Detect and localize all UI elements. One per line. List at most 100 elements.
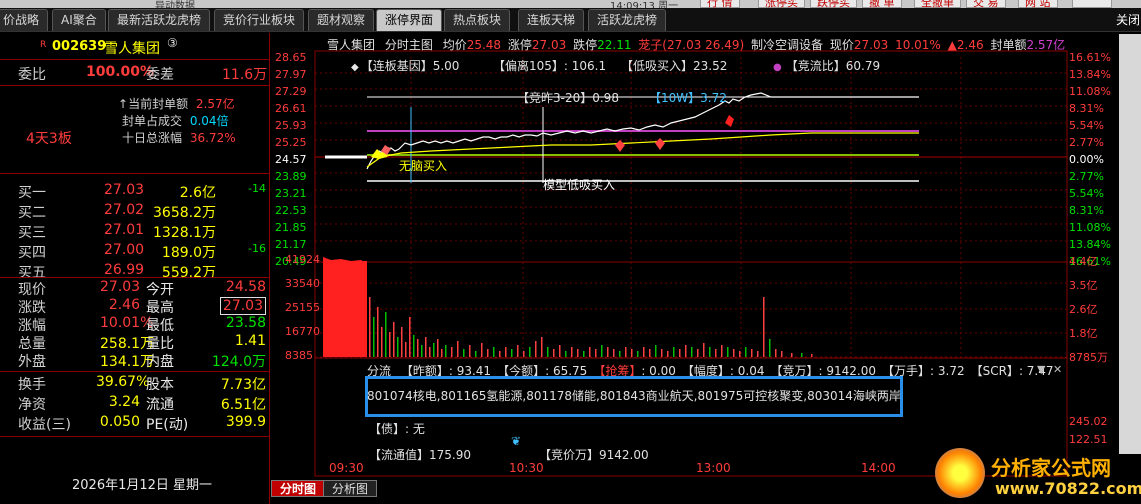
- quote-button[interactable]: 行 情: [700, 0, 740, 8]
- tab-limit-up[interactable]: 涨停界面: [376, 9, 443, 31]
- pct-axis-label: 2.77%: [1069, 136, 1104, 149]
- volume-bar: [393, 322, 395, 357]
- volume-bar: [733, 349, 735, 357]
- trade-button[interactable]: 交 易: [966, 0, 1006, 8]
- tab-active-rankings[interactable]: 活跃龙虎榜: [588, 9, 667, 31]
- fund-label-2: 股本: [146, 377, 174, 393]
- bid-change: -14: [248, 182, 266, 195]
- tab-board-ladder[interactable]: 连板天梯: [518, 9, 585, 31]
- volume-bar: [739, 351, 741, 357]
- tab-theme-watch[interactable]: 题材观察: [308, 9, 375, 31]
- volume-bar: [523, 351, 525, 357]
- quote-label-2: 最高: [146, 300, 174, 316]
- tab-analysis[interactable]: 分析图: [323, 480, 378, 497]
- bid-row[interactable]: 买四 27.00 189.0万 -16: [0, 242, 270, 262]
- bid-row[interactable]: 买二 27.02 3658.2万: [0, 202, 270, 222]
- quote-label-2: 今开: [146, 282, 174, 298]
- quote-row: 涨幅 10.01% 最低 23.58: [0, 315, 270, 335]
- quote-value-1: 258.1万: [100, 336, 155, 352]
- amount-axis-label: 3.5亿: [1069, 279, 1098, 292]
- bid-row[interactable]: 买一 27.03 2.6亿 -14: [0, 182, 270, 202]
- volume-bar: [801, 353, 803, 357]
- tab-auction-industry[interactable]: 竞价行业板块: [214, 9, 305, 31]
- board-count-badge: 4天3板: [26, 131, 72, 147]
- info-item-value: : 3.72: [930, 364, 965, 378]
- bid-price: 27.02: [104, 202, 145, 218]
- tab-strategy[interactable]: 价战略: [0, 9, 49, 31]
- stat-seal-label: ↑当前封单额: [118, 97, 189, 111]
- quote-value-2: 1.41: [234, 333, 266, 349]
- quote-label-1: 涨跌: [18, 300, 46, 316]
- fund-label-1: 净资: [18, 397, 46, 413]
- tab-ai-aggregate[interactable]: AI聚合: [52, 9, 106, 31]
- volume-bar: [437, 339, 439, 357]
- chart-mode[interactable]: 分时主图: [385, 38, 433, 52]
- ind-lianban-label: 【连板基因】: [360, 59, 433, 73]
- quote-value-2: 23.58: [225, 315, 266, 331]
- ind-jingliu-label: 【竞流比】: [785, 59, 846, 73]
- quote-label-1: 现价: [18, 282, 46, 298]
- concept-list: 801074核电,801165氢能源,801178储能,801843商业航天,8…: [367, 389, 901, 403]
- volume-block-opening: [323, 261, 367, 357]
- ind-dixi-value: 23.52: [693, 59, 728, 73]
- volume-bar: [811, 354, 813, 357]
- bid-price: 27.01: [104, 222, 145, 238]
- info-axis-1: 245.02: [1069, 415, 1108, 428]
- tab-intraday[interactable]: 分时图: [271, 480, 326, 497]
- bid-label: 买四: [18, 245, 46, 261]
- price-axis-label: 28.65: [275, 51, 307, 64]
- quote-value-1: 10.01%: [100, 315, 154, 331]
- volume-bar: [565, 351, 567, 357]
- volume-bar: [385, 312, 387, 357]
- bid-row[interactable]: 买三 27.01 1328.1万: [0, 222, 270, 242]
- volume-bar: [649, 349, 651, 357]
- volume-bar: [417, 339, 419, 357]
- volume-bar: [409, 317, 411, 357]
- stat-ten-day-label: 十日总涨幅: [122, 131, 183, 145]
- volume-bar: [625, 347, 627, 357]
- volume-bar: [413, 335, 415, 357]
- side-toolbar: [1119, 34, 1141, 454]
- dropdown-arrow-icon[interactable]: ▼: [1037, 363, 1045, 376]
- fund-row: 收益(三) 0.050 PE(动) 399.9: [0, 414, 270, 434]
- pct-axis-label: 8.31%: [1069, 102, 1104, 115]
- bid-volume: 2.6亿: [179, 185, 216, 201]
- quote-row: 外盘 134.1万 内盘 124.0万: [0, 351, 270, 371]
- brand-watermark: 分析家公式网 www.70822.com: [933, 446, 1141, 502]
- limit-up-buy-button[interactable]: 涨停买: [758, 0, 805, 8]
- limit-down-buy-button[interactable]: 跌停买: [810, 0, 857, 8]
- tab-hot-sectors[interactable]: 热点板块: [444, 9, 511, 31]
- close-pane-icon[interactable]: ✕: [1053, 363, 1062, 376]
- cancel-all-button[interactable]: 全撤单: [914, 0, 961, 8]
- pct-value: 10.01%: [895, 38, 941, 52]
- quote-label-1: 总量: [18, 336, 46, 352]
- extra-button[interactable]: [1072, 0, 1112, 8]
- time-label-1030: 10:30: [509, 461, 544, 475]
- volume-bar: [559, 345, 561, 357]
- volume-bar: [715, 349, 717, 357]
- weicha-label: 委差: [146, 67, 174, 83]
- dragon-range: 茏子(27.03 26.49): [638, 38, 745, 52]
- cancel-order-button[interactable]: 撤 单: [862, 0, 902, 8]
- volume-bar: [637, 351, 639, 357]
- seal-label: 封单额: [990, 38, 1027, 52]
- volume-bar: [535, 341, 537, 357]
- close-button[interactable]: 关闭: [1116, 11, 1140, 28]
- volume-bar: [541, 337, 543, 357]
- amount-axis-label: 8785万: [1069, 351, 1108, 364]
- amount-axis-label: 4.4亿: [1069, 255, 1098, 268]
- signal-markers: [615, 115, 734, 152]
- limit-down-value: 22.11: [597, 38, 632, 52]
- volume-bar: [373, 317, 375, 357]
- volume-bar: [499, 351, 501, 357]
- volume-bar: [553, 349, 555, 357]
- volume-bar: [511, 349, 513, 357]
- website-button[interactable]: 网 站: [1018, 0, 1058, 8]
- tab-active-dragon-list[interactable]: 最新活跃龙虎榜: [108, 9, 211, 31]
- volume-bar: [697, 349, 699, 357]
- volume-bar: [775, 349, 777, 357]
- fund-value-1: 0.050: [99, 414, 140, 430]
- annot-wunao: 无脑买入: [399, 159, 448, 173]
- volume-bar: [377, 307, 379, 357]
- intraday-chart[interactable]: 雪人集团 分时主图 均价25.48 涨停27.03 跌停22.11 茏子(27.…: [271, 33, 1141, 504]
